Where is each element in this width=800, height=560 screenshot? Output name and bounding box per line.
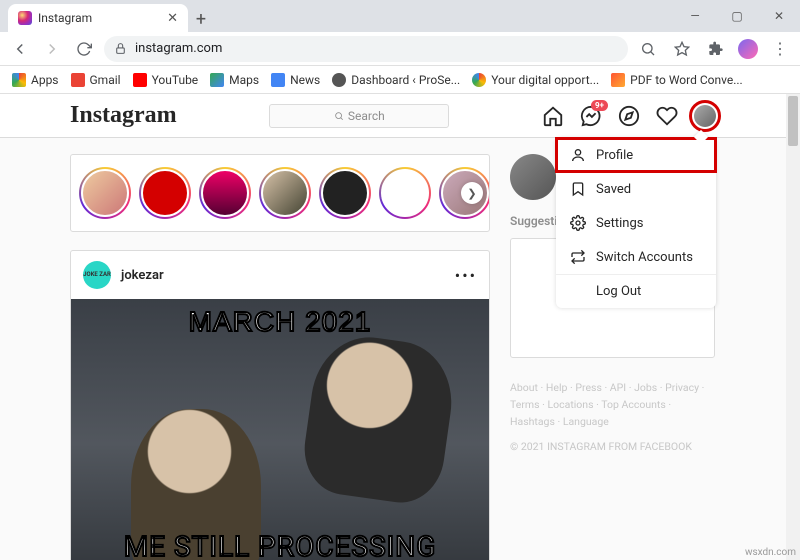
instagram-logo[interactable]: Instagram — [70, 102, 177, 129]
story-item[interactable] — [319, 167, 371, 219]
wordpress-icon — [332, 73, 346, 87]
bookmark-digital[interactable]: Your digital opport... — [468, 71, 603, 89]
dropdown-settings[interactable]: Settings — [556, 206, 716, 240]
bookmark-star-icon[interactable] — [670, 37, 694, 61]
switch-icon — [570, 249, 586, 265]
youtube-icon — [133, 73, 147, 87]
dropdown-saved[interactable]: Saved — [556, 172, 716, 206]
reload-button[interactable] — [72, 37, 96, 61]
stories-tray[interactable]: ❯ — [70, 154, 490, 232]
bookmark-youtube[interactable]: YouTube — [129, 71, 203, 89]
gmail-icon — [71, 73, 85, 87]
gear-icon — [570, 215, 586, 231]
apps-shortcut[interactable]: Apps — [8, 71, 63, 89]
footer-links[interactable]: About · Help · Press · API · Jobs · Priv… — [510, 380, 715, 430]
post-header: JOKE ZAR jokezar ••• — [71, 251, 489, 299]
news-icon — [271, 73, 285, 87]
meme-text-top: MARCH 2021 — [71, 307, 489, 336]
story-item[interactable] — [259, 167, 311, 219]
window-controls: — ▢ ✕ — [674, 0, 800, 32]
maximize-icon[interactable]: ▢ — [716, 0, 758, 32]
chrome-titlebar: Instagram ✕ + — ▢ ✕ — [0, 0, 800, 32]
profile-avatar-button[interactable] — [694, 105, 716, 127]
zoom-icon[interactable] — [636, 37, 660, 61]
story-item[interactable] — [199, 167, 251, 219]
feed-post: JOKE ZAR jokezar ••• MARCH 2021 ME STILL… — [70, 250, 490, 560]
dropdown-switch-accounts[interactable]: Switch Accounts — [556, 240, 716, 274]
bookmarks-bar: Apps Gmail YouTube Maps News Dashboard ‹… — [0, 66, 800, 94]
instagram-favicon-icon — [18, 11, 32, 25]
bookmark-icon — [570, 181, 586, 197]
maps-icon — [210, 73, 224, 87]
browser-tab[interactable]: Instagram ✕ — [8, 4, 188, 32]
story-item[interactable] — [79, 167, 131, 219]
activity-badge: 9+ — [591, 100, 608, 111]
dropdown-profile[interactable]: Profile — [556, 138, 716, 172]
activity-heart-icon[interactable] — [656, 105, 678, 127]
post-image[interactable]: MARCH 2021 ME STILL PROCESSING MARCH 202… — [71, 299, 489, 560]
back-button[interactable] — [8, 37, 32, 61]
search-input[interactable]: Search — [269, 104, 449, 128]
tab-close-icon[interactable]: ✕ — [167, 11, 178, 26]
instagram-navbar: Instagram Search 9+ — [0, 94, 786, 138]
address-bar[interactable]: instagram.com — [104, 36, 628, 62]
forward-button[interactable] — [40, 37, 64, 61]
meme-figure-icon — [299, 330, 460, 508]
google-icon — [472, 73, 486, 87]
bookmark-dashboard[interactable]: Dashboard ‹ ProSe... — [328, 71, 464, 89]
watermark: wsxdn.com — [745, 547, 796, 558]
user-avatar — [510, 154, 556, 200]
apps-icon — [12, 73, 26, 87]
page-viewport: Instagram Search 9+ — [0, 94, 800, 560]
search-icon — [334, 111, 344, 121]
explore-icon[interactable] — [618, 105, 640, 127]
profile-dropdown: Profile Saved Settings Switch Accounts L… — [556, 138, 716, 308]
post-author-name[interactable]: jokezar — [121, 268, 164, 283]
bookmark-pdf[interactable]: PDF to Word Conve... — [607, 71, 747, 89]
dropdown-logout[interactable]: Log Out — [556, 274, 716, 308]
bookmark-news[interactable]: News — [267, 71, 324, 89]
stories-next-button[interactable]: ❯ — [461, 182, 483, 204]
messenger-icon[interactable]: 9+ — [580, 105, 602, 127]
pdf-icon — [611, 73, 625, 87]
home-icon[interactable] — [542, 105, 564, 127]
profile-icon — [570, 147, 586, 163]
close-icon[interactable]: ✕ — [758, 0, 800, 32]
minimize-icon[interactable]: — — [674, 0, 716, 32]
meme-text-bottom: ME STILL PROCESSING MARCH 2020 — [71, 532, 489, 560]
vertical-scrollbar[interactable] — [786, 94, 800, 560]
copyright: © 2021 INSTAGRAM FROM FACEBOOK — [510, 440, 715, 453]
post-more-icon[interactable]: ••• — [455, 266, 477, 285]
bookmark-maps[interactable]: Maps — [206, 71, 263, 89]
url-text: instagram.com — [135, 41, 222, 56]
feed-column: ❯ JOKE ZAR jokezar ••• MARCH 2021 ME STI… — [70, 154, 490, 560]
post-author-avatar[interactable]: JOKE ZAR — [83, 261, 111, 289]
bookmark-gmail[interactable]: Gmail — [67, 71, 125, 89]
story-item[interactable] — [139, 167, 191, 219]
chrome-menu-icon[interactable]: ⋮ — [768, 37, 792, 61]
chrome-profile-avatar[interactable] — [738, 39, 758, 59]
tab-title: Instagram — [38, 11, 92, 25]
new-tab-button[interactable]: + — [188, 6, 214, 32]
chrome-toolbar: instagram.com ⋮ — [0, 32, 800, 66]
story-item[interactable] — [379, 167, 431, 219]
lock-icon — [114, 42, 127, 55]
extensions-icon[interactable] — [704, 37, 728, 61]
